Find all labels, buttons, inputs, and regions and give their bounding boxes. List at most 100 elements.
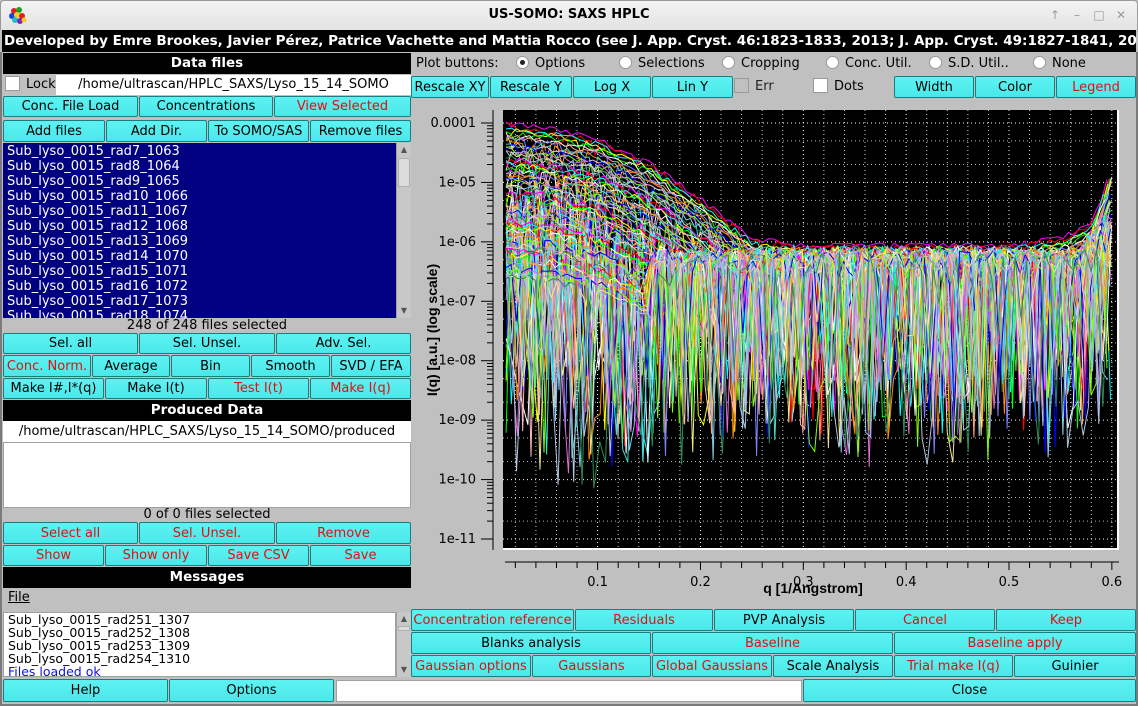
sel-unsel-button[interactable]: Sel. Unsel.: [139, 333, 275, 354]
help-button[interactable]: Help: [3, 679, 168, 702]
radio-conc-util[interactable]: Conc. Util.: [826, 55, 912, 73]
radio-cropping-indicator[interactable]: [722, 56, 735, 69]
radio-options-indicator[interactable]: [516, 56, 529, 69]
width-button[interactable]: Width: [894, 76, 974, 98]
rescale-xy-button[interactable]: Rescale XY: [411, 76, 489, 98]
messages-scrollbar[interactable]: ▲ ▼: [396, 612, 411, 677]
close-button[interactable]: Close: [803, 679, 1136, 702]
file-list-item[interactable]: Sub_lyso_0015_rad13_1069: [7, 234, 396, 249]
residuals-button[interactable]: Residuals: [575, 609, 713, 631]
dots-checkbox-box[interactable]: [813, 78, 828, 93]
smooth-button[interactable]: Smooth: [251, 355, 330, 377]
radio-selections-indicator[interactable]: [619, 56, 632, 69]
make-i-t-button[interactable]: Make I(t): [105, 378, 207, 399]
guinier-button[interactable]: Guinier: [1014, 655, 1136, 677]
gaussians-button[interactable]: Gaussians: [532, 655, 651, 677]
show-button[interactable]: Show: [3, 545, 104, 566]
file-list-item[interactable]: Sub_lyso_0015_rad16_1072: [7, 279, 396, 294]
radio-conc-util-label: Conc. Util.: [845, 56, 912, 71]
color-button[interactable]: Color: [975, 76, 1055, 98]
pvp-analysis-button[interactable]: PVP Analysis: [714, 609, 854, 631]
file-list-item[interactable]: Sub_lyso_0015_rad14_1070: [7, 249, 396, 264]
scroll-down-arrow-icon[interactable]: ▼: [397, 304, 411, 318]
produced-files-list[interactable]: [3, 442, 411, 508]
concentration-reference-button[interactable]: Concentration reference: [411, 609, 574, 631]
adv-sel-button[interactable]: Adv. Sel.: [276, 333, 411, 354]
file-list-item[interactable]: Sub_lyso_0015_rad7_1063: [7, 144, 396, 159]
err-checkbox[interactable]: Err: [734, 78, 774, 96]
show-only-button[interactable]: Show only: [105, 545, 207, 566]
messages-file-menu[interactable]: File: [8, 589, 38, 607]
file-list-item[interactable]: Sub_lyso_0015_rad18_1074: [7, 309, 396, 318]
radio-sd-util-indicator[interactable]: [929, 56, 942, 69]
baseline-apply-button[interactable]: Baseline apply: [894, 632, 1136, 654]
scroll-up-arrow-icon[interactable]: ▲: [397, 143, 411, 157]
make-i-star-q-button[interactable]: Make I#,I*(q): [3, 378, 104, 399]
wm-shade-button[interactable]: ↑: [1045, 5, 1065, 25]
lin-y-button[interactable]: Lin Y: [652, 76, 733, 98]
radio-conc-util-indicator[interactable]: [826, 56, 839, 69]
scroll-down-arrow-icon[interactable]: ▼: [397, 663, 411, 677]
credits-banner: Developed by Emre Brookes, Javier Pérez,…: [2, 30, 1136, 52]
scroll-up-arrow-icon[interactable]: ▲: [397, 612, 411, 626]
legend-button[interactable]: Legend: [1056, 76, 1136, 98]
file-list-item[interactable]: Sub_lyso_0015_rad11_1067: [7, 204, 396, 219]
file-list-item[interactable]: Sub_lyso_0015_rad15_1071: [7, 264, 396, 279]
data-files-scrollbar[interactable]: ▲ ▼: [396, 143, 411, 318]
dots-label: Dots: [834, 79, 864, 94]
wm-close-button[interactable]: ✕: [1111, 5, 1131, 25]
produced-select-all-button[interactable]: Select all: [3, 522, 138, 544]
saxs-plot[interactable]: 0.0001 1e-05 1e-06 1e-07 1e-08 1e-09 1e-10 1e-1…: [411, 100, 1137, 605]
file-list-item[interactable]: Sub_lyso_0015_rad8_1064: [7, 159, 396, 174]
radio-cropping[interactable]: Cropping: [722, 55, 800, 73]
file-list-item[interactable]: Sub_lyso_0015_rad10_1066: [7, 189, 396, 204]
scale-analysis-button[interactable]: Scale Analysis: [773, 655, 893, 677]
radio-none-indicator[interactable]: [1033, 56, 1046, 69]
conc-file-load-button[interactable]: Conc. File Load: [3, 96, 138, 117]
conc-norm-button[interactable]: Conc. Norm.: [3, 355, 91, 377]
scroll-thumb[interactable]: [398, 158, 410, 187]
bin-button[interactable]: Bin: [171, 355, 250, 377]
add-dir-button[interactable]: Add Dir.: [106, 120, 207, 142]
produced-remove-button[interactable]: Remove: [276, 522, 411, 544]
test-i-t-button[interactable]: Test I(t): [208, 378, 309, 399]
dots-checkbox[interactable]: Dots: [813, 78, 864, 96]
global-gaussians-button[interactable]: Global Gaussians: [652, 655, 772, 677]
file-list-item[interactable]: Sub_lyso_0015_rad17_1073: [7, 294, 396, 309]
remove-files-button[interactable]: Remove files: [310, 120, 411, 142]
wm-maximize-button[interactable]: □: [1089, 5, 1109, 25]
view-selected-button[interactable]: View Selected: [274, 96, 411, 117]
err-checkbox-box[interactable]: [734, 78, 749, 93]
lock-checkbox-box[interactable]: [5, 76, 20, 91]
log-x-button[interactable]: Log X: [573, 76, 651, 98]
plot-buttons-label: Plot buttons:: [416, 56, 499, 71]
average-button[interactable]: Average: [92, 355, 170, 377]
sel-all-button[interactable]: Sel. all: [3, 333, 138, 354]
concentrations-button[interactable]: Concentrations: [139, 96, 273, 117]
radio-selections[interactable]: Selections: [619, 55, 705, 73]
keep-button[interactable]: Keep: [996, 609, 1136, 631]
blanks-analysis-button[interactable]: Blanks analysis: [411, 632, 651, 654]
radio-none[interactable]: None: [1033, 55, 1086, 73]
radio-options[interactable]: Options: [516, 55, 585, 73]
file-list-item[interactable]: Sub_lyso_0015_rad12_1068: [7, 219, 396, 234]
save-button[interactable]: Save: [310, 545, 411, 566]
file-list-item[interactable]: Sub_lyso_0015_rad9_1065: [7, 174, 396, 189]
add-files-button[interactable]: Add files: [3, 120, 105, 142]
data-files-list[interactable]: Sub_lyso_0015_rad7_1063 Sub_lyso_0015_ra…: [3, 143, 396, 318]
make-i-q-button[interactable]: Make I(q): [310, 378, 411, 399]
to-somo-sas-button[interactable]: To SOMO/SAS: [208, 120, 309, 142]
radio-sd-util[interactable]: S.D. Util..: [929, 55, 1009, 73]
wm-minimize-button[interactable]: –: [1067, 5, 1087, 25]
produced-sel-unsel-button[interactable]: Sel. Unsel.: [139, 522, 275, 544]
baseline-button[interactable]: Baseline: [652, 632, 893, 654]
save-csv-button[interactable]: Save CSV: [208, 545, 309, 566]
trial-make-iq-button[interactable]: Trial make I(q): [894, 655, 1013, 677]
svd-efa-button[interactable]: SVD / EFA: [331, 355, 411, 377]
scroll-thumb[interactable]: [398, 626, 410, 631]
rescale-y-button[interactable]: Rescale Y: [490, 76, 572, 98]
y-axis-label: I(q) [a.u.] (log scale): [424, 264, 440, 396]
cancel-button[interactable]: Cancel: [855, 609, 995, 631]
options-button[interactable]: Options: [169, 679, 334, 702]
gaussian-options-button[interactable]: Gaussian options: [411, 655, 531, 677]
